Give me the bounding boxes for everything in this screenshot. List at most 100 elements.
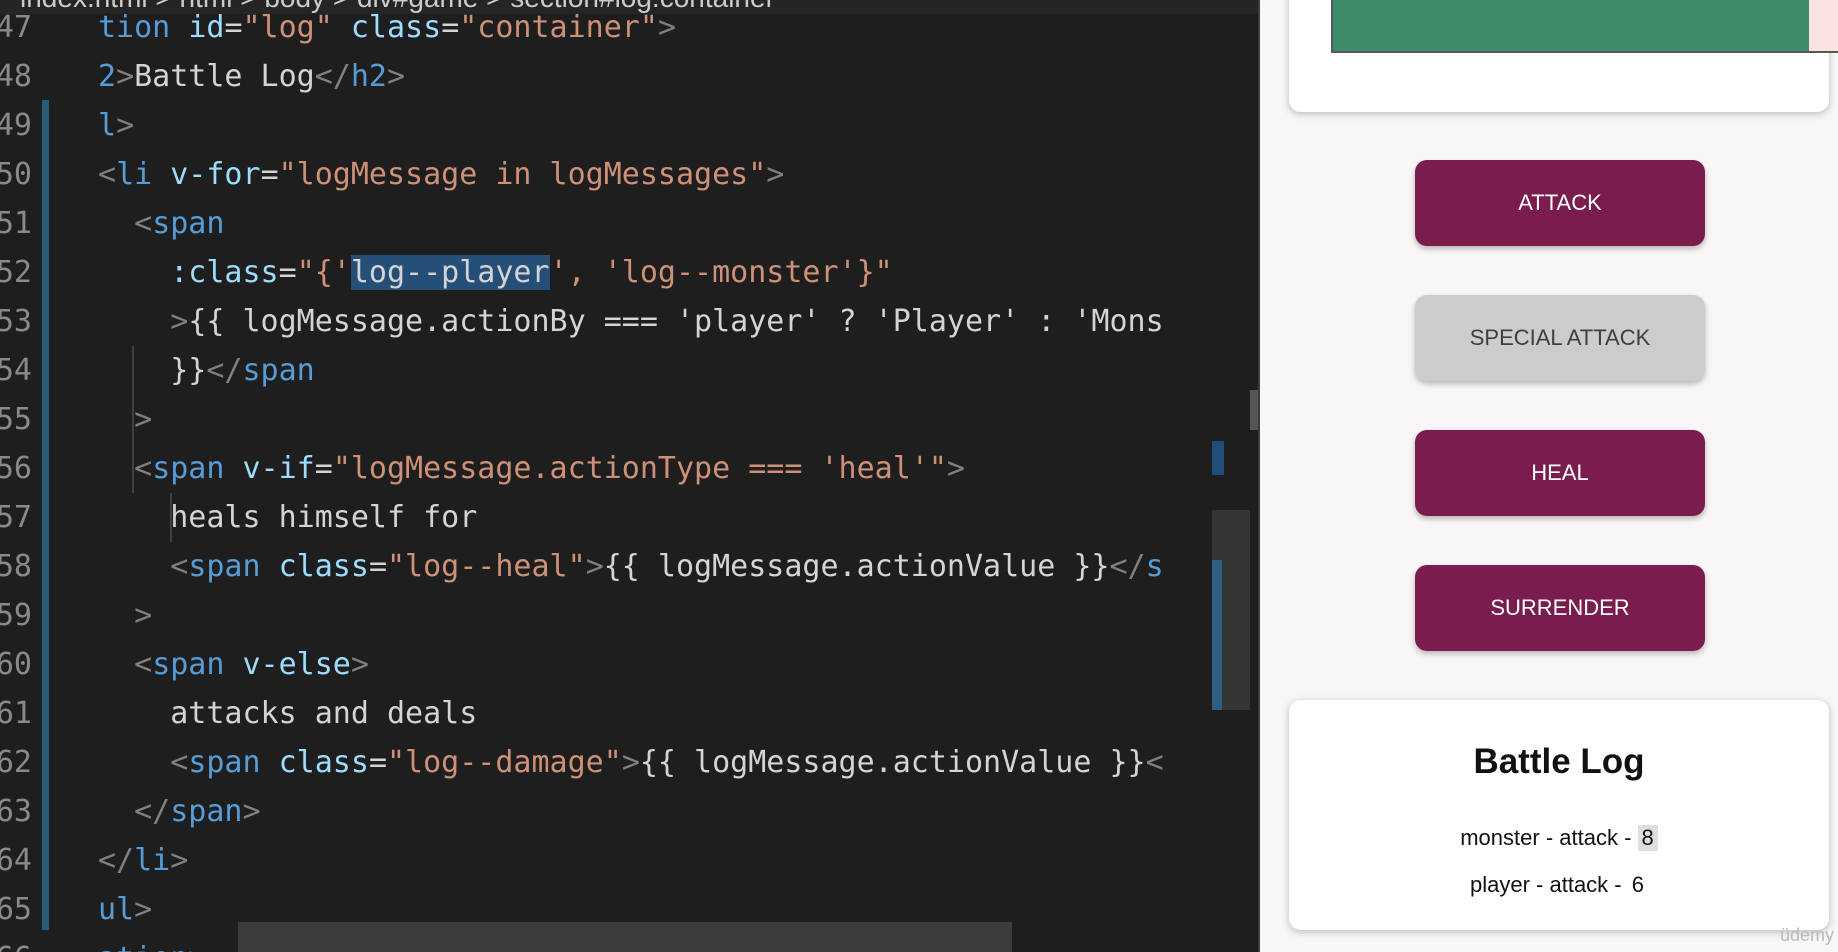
code-text[interactable]: ul> (98, 885, 152, 934)
code-token: "logMessage.actionType === 'heal'" (332, 451, 947, 486)
code-token: v-for (170, 157, 261, 192)
heal-button[interactable]: HEAL (1415, 430, 1705, 516)
code-line[interactable]: 59 > (0, 591, 1258, 640)
code-text[interactable]: <li v-for="logMessage in logMessages"> (98, 150, 784, 199)
code-line[interactable]: 49 l> (0, 101, 1258, 150)
code-token: v-if (242, 451, 315, 486)
log-entry-value: 6 (1631, 872, 1644, 897)
battle-log-title: Battle Log (1473, 742, 1645, 781)
code-token: attacks and deals (98, 696, 478, 731)
line-number: 58 (0, 549, 32, 584)
code-token: "log--heal" (387, 549, 586, 584)
code-token: </ (134, 794, 171, 829)
minimap-marker (1212, 560, 1222, 710)
code-token: = (441, 10, 460, 45)
code-text[interactable]: }}</span (98, 346, 315, 395)
code-line[interactable]: 60 <span v-else> (0, 640, 1258, 689)
code-token: span (242, 353, 315, 388)
code-token: {{ logMessage.actionValue }} (639, 745, 1146, 780)
code-editor[interactable]: index.html > html > body > div#game > se… (0, 0, 1258, 952)
code-token: = (368, 549, 387, 584)
code-token: > (766, 157, 785, 192)
code-text[interactable]: </li> (98, 836, 188, 885)
code-line[interactable]: 53 >{{ logMessage.actionBy === 'player' … (0, 297, 1258, 346)
code-token: Battle Log (134, 59, 315, 94)
code-line[interactable]: 64 </li> (0, 836, 1258, 885)
battle-log-entry: monster - attack - 8 (1289, 825, 1829, 851)
code-token: ation (98, 941, 188, 952)
code-line[interactable]: 63 </span> (0, 787, 1258, 836)
vertical-scrollbar[interactable] (1250, 390, 1258, 430)
log-entry-text: monster - attack - (1460, 825, 1638, 850)
code-text[interactable]: > (98, 395, 152, 444)
code-token: = (260, 157, 279, 192)
code-line[interactable]: 61 attacks and deals (0, 689, 1258, 738)
code-line[interactable]: 51 <span (0, 199, 1258, 248)
attack-button[interactable]: ATTACK (1415, 160, 1705, 246)
code-text[interactable]: <span (98, 199, 224, 248)
health-bar-fill (1333, 0, 1810, 51)
code-token: > (134, 598, 153, 633)
code-line[interactable]: 55 > (0, 395, 1258, 444)
code-text[interactable]: ation> (98, 934, 206, 952)
code-token: span (188, 549, 279, 584)
code-text[interactable]: <span v-else> (98, 640, 369, 689)
line-number: 49 (0, 108, 32, 143)
code-token: > (387, 59, 406, 94)
code-line[interactable]: 47 tion id="log" class="container"> (0, 3, 1258, 52)
code-text[interactable]: tion id="log" class="container"> (98, 3, 676, 52)
horizontal-scrollbar[interactable] (238, 922, 1012, 952)
code-text[interactable]: >{{ logMessage.actionBy === 'player' ? '… (98, 297, 1163, 346)
code-text[interactable]: l> (98, 101, 134, 150)
code-token: :class (170, 255, 279, 290)
code-token: "log" (242, 10, 351, 45)
code-token: l (98, 108, 117, 143)
code-text[interactable]: attacks and deals (98, 689, 477, 738)
special-attack-button[interactable]: SPECIAL ATTACK (1415, 295, 1705, 381)
code-text[interactable]: > (98, 591, 152, 640)
code-line[interactable]: 52 :class="{'log--player', 'log--monster… (0, 248, 1258, 297)
code-token: ', 'log--monster'}" (549, 255, 893, 290)
code-token: h2 (350, 59, 387, 94)
code-token: </ (1109, 549, 1146, 584)
code-token: ul (98, 892, 135, 927)
code-text[interactable]: :class="{'log--player', 'log--monster'}" (98, 248, 893, 297)
line-number: 64 (0, 843, 32, 878)
code-line[interactable]: 56 <span v-if="logMessage.actionType ===… (0, 444, 1258, 493)
line-number: 50 (0, 157, 32, 192)
code-token: > (170, 843, 189, 878)
code-text[interactable]: <span class="log--heal">{{ logMessage.ac… (98, 542, 1163, 591)
code-text[interactable]: 2>Battle Log</h2> (98, 52, 405, 101)
code-token: span (170, 794, 243, 829)
code-token: "{' (296, 255, 351, 290)
battle-log-card: Battle Log monster - attack - 8 player - … (1289, 700, 1829, 930)
code-token: tion (98, 10, 189, 45)
code-text[interactable]: heals himself for (98, 493, 477, 542)
code-token: "logMessage in logMessages" (278, 157, 767, 192)
code-line[interactable]: 50 <li v-for="logMessage in logMessages"> (0, 150, 1258, 199)
code-token: > (188, 941, 206, 952)
code-text[interactable]: <span v-if="logMessage.actionType === 'h… (98, 444, 965, 493)
indent-guide (170, 493, 172, 542)
code-text[interactable]: <span class="log--damage">{{ logMessage.… (98, 738, 1163, 787)
health-card (1289, 0, 1838, 112)
line-number: 61 (0, 696, 32, 731)
code-text[interactable]: </span> (98, 787, 260, 836)
code-line[interactable]: 57 heals himself for (0, 493, 1258, 542)
code-token: </ (314, 59, 351, 94)
code-token: }} (98, 353, 207, 388)
code-line[interactable]: 58 <span class="log--heal">{{ logMessage… (0, 542, 1258, 591)
code-token: > (350, 647, 369, 682)
minimap-marker (1212, 441, 1224, 475)
code-line[interactable]: 48 2>Battle Log</h2> (0, 52, 1258, 101)
line-number: 47 (0, 10, 32, 45)
code-token: > (585, 549, 604, 584)
code-line[interactable]: 54 }}</span (0, 346, 1258, 395)
surrender-button[interactable]: SURRENDER (1415, 565, 1705, 651)
indent-guide (132, 346, 134, 493)
code-token: span (152, 451, 243, 486)
code-line[interactable]: 62 <span class="log--damage">{{ logMessa… (0, 738, 1258, 787)
